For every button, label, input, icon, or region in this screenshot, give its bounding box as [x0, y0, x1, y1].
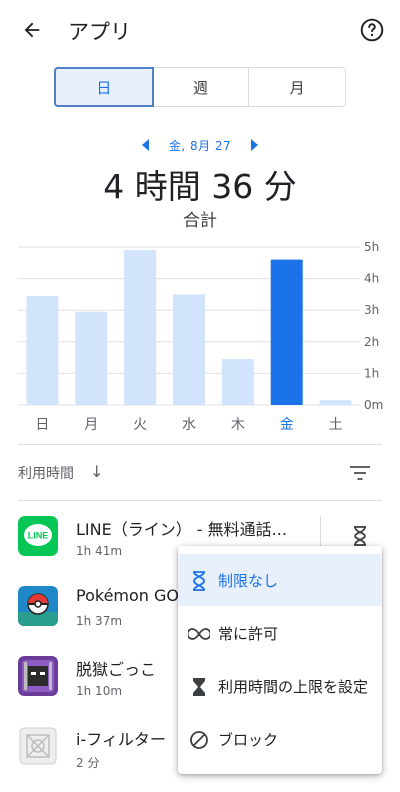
- line-app-icon: LINE: [18, 516, 58, 556]
- bar-土[interactable]: [319, 400, 352, 405]
- x-tick-label: 水: [182, 417, 196, 433]
- menu-item-always-allow[interactable]: 常に許可: [178, 607, 382, 659]
- dasugokugokko-app-icon: [18, 656, 58, 696]
- bar-日[interactable]: [26, 295, 59, 405]
- back-button[interactable]: [16, 14, 48, 46]
- bar-金[interactable]: [270, 259, 303, 405]
- menu-item-block[interactable]: ブロック: [178, 713, 382, 765]
- y-tick-label: 3h: [364, 303, 379, 317]
- i-filter-app-icon: [18, 726, 58, 766]
- x-tick-label: 月: [84, 417, 98, 433]
- app-timer-button[interactable]: [350, 524, 370, 548]
- divider: [18, 500, 382, 501]
- y-tick-label: 5h: [364, 240, 379, 254]
- app-limit-menu: 制限なし 常に許可 利用時間の上限を設定 ブロック: [178, 546, 382, 774]
- bar-月[interactable]: [75, 311, 108, 405]
- y-tick-label: 1h: [364, 366, 379, 380]
- tab-month[interactable]: 月: [249, 68, 345, 106]
- menu-item-set-limit[interactable]: 利用時間の上限を設定: [178, 660, 382, 712]
- sort-direction-icon[interactable]: ↓: [90, 462, 103, 481]
- previous-day-button[interactable]: [141, 139, 149, 151]
- filter-list-icon: [350, 466, 370, 480]
- help-circle-icon: [360, 18, 384, 42]
- menu-item-label: ブロック: [218, 731, 279, 749]
- x-tick-label: 日: [35, 417, 49, 433]
- y-tick-label: 2h: [364, 335, 379, 349]
- tab-day[interactable]: 日: [54, 67, 154, 107]
- divider: [18, 444, 382, 445]
- hourglass-outline-icon: [354, 526, 366, 546]
- arrow-left-icon: [24, 22, 40, 38]
- x-tick-label: 土: [329, 417, 343, 433]
- date-label: 金, 8月 27: [168, 138, 232, 153]
- x-tick-label: 木: [231, 417, 245, 433]
- pokemon-go-app-icon: [18, 586, 58, 626]
- infinity-icon: [188, 623, 210, 645]
- app-name: Pokémon GO: [76, 586, 179, 605]
- total-usage-time: 4 時間 36 分: [103, 167, 297, 206]
- daily-usage-bar-chart: 0m 1h 2h 3h 4h 5h 日 月 火 水 木 金 土: [18, 240, 383, 433]
- bar-木[interactable]: [221, 359, 254, 405]
- y-tick-label: 4h: [364, 272, 379, 286]
- page-title: アプリ: [68, 20, 131, 44]
- app-time: 1h 41m: [76, 544, 123, 558]
- date-navigator: 金, 8月 27: [0, 135, 400, 155]
- block-icon: [188, 729, 210, 751]
- app-time: 2 分: [76, 756, 100, 770]
- help-button[interactable]: [358, 16, 386, 44]
- top-app-bar: アプリ: [0, 0, 400, 60]
- svg-text:LINE: LINE: [28, 531, 49, 541]
- app-name: 脱獄ごっこ: [76, 660, 157, 679]
- menu-item-label: 利用時間の上限を設定: [218, 678, 369, 696]
- filter-button[interactable]: [348, 463, 372, 483]
- sort-label[interactable]: 利用時間: [18, 463, 74, 483]
- sort-row: 利用時間 ↓: [18, 460, 382, 486]
- app-time: 1h 10m: [76, 684, 123, 698]
- tab-week[interactable]: 週: [153, 68, 250, 106]
- bar-水[interactable]: [173, 294, 205, 405]
- hourglass-icon: [188, 570, 210, 592]
- bar-火[interactable]: [124, 250, 157, 405]
- x-tick-label: 金: [280, 417, 294, 433]
- menu-item-no-limit[interactable]: 制限なし: [178, 554, 382, 606]
- app-time: 1h 37m: [76, 614, 123, 628]
- app-name: LINE（ライン） - 無料通話...: [76, 520, 287, 539]
- menu-item-label: 制限なし: [218, 572, 279, 590]
- hourglass-icon: [188, 676, 210, 698]
- y-tick-label: 0m: [364, 398, 383, 412]
- period-segmented-control: 日 週 月: [54, 67, 346, 107]
- x-tick-label: 火: [133, 417, 147, 433]
- next-day-button[interactable]: [251, 139, 259, 151]
- total-label: 合計: [183, 211, 217, 231]
- app-name: i-フィルター: [76, 730, 166, 749]
- menu-item-label: 常に許可: [218, 625, 279, 643]
